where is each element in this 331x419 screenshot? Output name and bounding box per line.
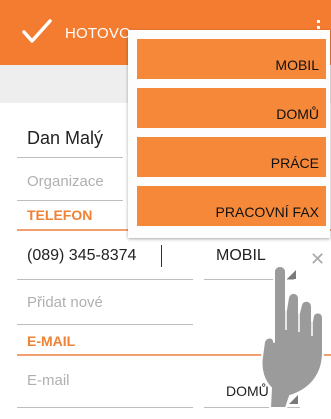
phone-type-menu: MOBIL DOMŮ PRÁCE PRACOVNÍ FAX	[128, 30, 330, 238]
add-phone-field[interactable]: Přidat nové	[27, 294, 103, 311]
email-field[interactable]: E-mail	[27, 372, 70, 389]
done-button[interactable]: HOTOVO	[65, 25, 131, 42]
contact-edit-screen: HOTOVO Dan Malý Organizace TELEFON (089)…	[0, 0, 331, 419]
phone-number-field[interactable]: (089) 345-8374	[27, 247, 136, 265]
menu-item-work-fax[interactable]: PRACOVNÍ FAX	[137, 186, 326, 226]
name-underline	[17, 157, 123, 158]
add-phone-underline	[17, 324, 193, 325]
phone-section-title: TELEFON	[27, 207, 93, 223]
name-field[interactable]: Dan Malý	[27, 128, 103, 149]
phone-underline	[17, 279, 193, 280]
phone-type-spinner[interactable]: MOBIL	[216, 247, 266, 265]
text-cursor	[161, 245, 162, 267]
menu-item-work[interactable]: PRÁCE	[137, 137, 326, 177]
organization-field[interactable]: Organizace	[27, 173, 104, 190]
hand-pointer-icon	[260, 265, 324, 408]
menu-item-mobile[interactable]: MOBIL	[137, 39, 326, 79]
email-underline	[17, 407, 193, 408]
menu-item-home[interactable]: DOMŮ	[137, 88, 326, 128]
organization-underline	[17, 200, 123, 201]
check-icon[interactable]	[22, 18, 52, 44]
email-section-title: E-MAIL	[27, 333, 76, 349]
